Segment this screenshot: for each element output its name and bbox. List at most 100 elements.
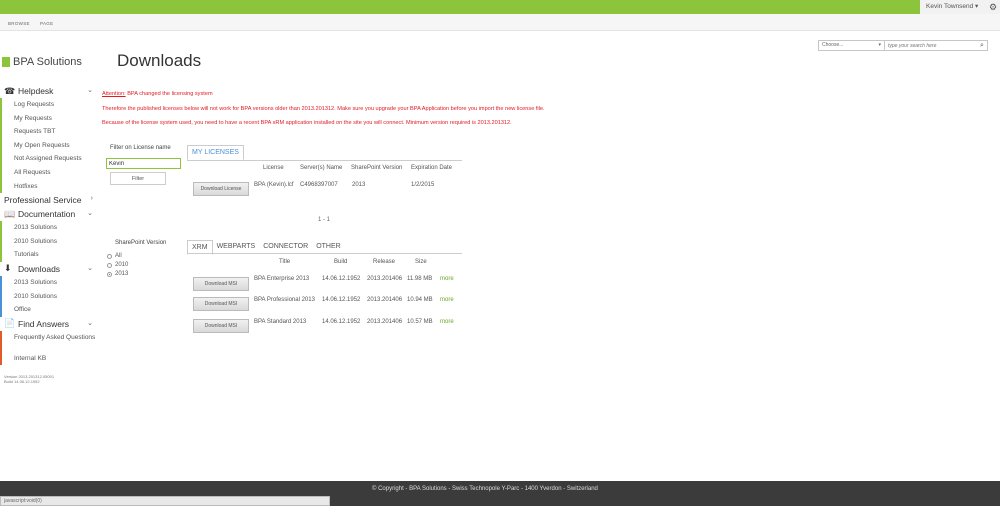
product-size: 10.57 MB: [407, 319, 433, 325]
page-title: Downloads: [117, 51, 202, 70]
download-msi-button[interactable]: Download MSI: [193, 319, 249, 333]
version-info: Version 2013.201312.05001 Build 14.06.12…: [4, 374, 54, 384]
license-sp-version: 2013: [352, 182, 366, 188]
more-link[interactable]: more: [440, 319, 454, 325]
product-release: 2013.201406: [367, 297, 403, 303]
sidebar-item-faq[interactable]: Frequently Asked Questions: [0, 330, 96, 352]
alert-line-3: Because of the license system used, you …: [102, 120, 512, 126]
download-msi-button[interactable]: Download MSI: [193, 297, 249, 311]
sidebar-item-doc-2010[interactable]: 2010 Solutions: [0, 234, 96, 249]
radio-circle: [107, 262, 112, 268]
col-header-size: Size: [415, 259, 427, 265]
col-header-sp-version: SharePoint Version: [351, 165, 403, 171]
radio-label: 2010: [115, 262, 129, 268]
col-header-expiration: Expiration Date: [411, 165, 453, 171]
search-scope-select[interactable]: Choose... ▾: [819, 41, 885, 50]
col-header-servers: Server(s) Name: [300, 165, 343, 171]
sidebar-item-doc-2013[interactable]: 2013 Solutions: [0, 221, 96, 235]
sidebar-item-tutorials[interactable]: Tutorials: [0, 248, 96, 262]
alert-line-2: Therefore the published licenses below w…: [102, 106, 545, 112]
gear-icon[interactable]: ⚙: [988, 2, 998, 12]
nav-section-downloads[interactable]: ⬇ Downloads ⌄: [0, 262, 96, 276]
chevron-down-icon: ⌄: [87, 87, 93, 94]
product-release: 2013.201406: [367, 276, 403, 282]
license-name: BPA (Kevin).lcf: [254, 182, 294, 188]
tabs-divider: [187, 160, 462, 161]
more-link[interactable]: more: [440, 297, 454, 303]
radio-label: All: [115, 253, 122, 259]
nav-section-label: Helpdesk: [18, 86, 54, 96]
radio-all[interactable]: All: [107, 253, 122, 259]
col-header-release: Release: [373, 259, 396, 265]
nav-section-professional-service[interactable]: Professional Service ›: [0, 193, 96, 207]
site-logo[interactable]: BPA Solutions: [2, 56, 82, 68]
filter-label: Filter on License name: [110, 145, 171, 151]
download-license-button[interactable]: Download License: [193, 182, 249, 196]
build-line: Build 14.06.12.1952: [4, 379, 40, 384]
nav-section-label: Documentation: [18, 209, 76, 220]
phone-icon: ☎: [4, 85, 16, 96]
col-header-title: Title: [279, 259, 291, 265]
tab-my-licenses[interactable]: MY LICENSES: [187, 145, 244, 160]
nav-section-label: Find Answers: [18, 318, 70, 329]
browser-status-bar: javascript:void(0): [0, 496, 330, 506]
col-header-license: License: [263, 165, 284, 171]
sidebar-item-not-assigned-requests[interactable]: Not Assigned Requests: [0, 152, 96, 166]
book-icon: 📖: [4, 208, 16, 219]
top-suite-bar: Kevin Townsend ▾ ⚙: [0, 0, 1000, 14]
nav-section-label: Professional Service: [4, 195, 82, 206]
product-title: BPA Professional 2013: [254, 297, 315, 303]
product-build: 14.06.12.1952: [322, 297, 361, 303]
radio-label: 2013: [115, 271, 129, 277]
filter-button[interactable]: Filter: [110, 172, 166, 185]
license-servers: C4968397007: [300, 182, 338, 188]
footer-copyright: © Copyright - BPA Solutions - Swiss Tech…: [372, 486, 598, 492]
document-icon: 📄: [4, 318, 16, 329]
license-expiration: 1/2/2015: [411, 182, 435, 188]
nav-section-documentation[interactable]: 📖 Documentation ⌄: [0, 207, 96, 221]
product-build: 14.06.12.1952: [322, 319, 361, 325]
search-scope-value: Choose...: [822, 42, 844, 48]
sidebar-item-my-requests[interactable]: My Requests: [0, 111, 96, 126]
nav-section-find-answers[interactable]: 📄 Find Answers ⌄: [0, 317, 96, 331]
pager: 1 - 1: [318, 217, 331, 223]
ribbon-tab-page[interactable]: PAGE: [40, 21, 53, 26]
product-size: 10.94 MB: [407, 297, 433, 303]
sidebar-item-log-requests[interactable]: Log Requests: [0, 98, 96, 112]
product-title: BPA Standard 2013: [254, 319, 307, 325]
ribbon: BROWSE PAGE: [0, 14, 1000, 31]
search-input[interactable]: [885, 41, 977, 50]
product-size: 11.98 MB: [407, 276, 433, 282]
product-release: 2013.201406: [367, 319, 403, 325]
tabs-divider: [187, 253, 462, 254]
alert-line-1: Attention: BPA changed the licensing sys…: [102, 91, 213, 97]
search-box: Choose... ▾ ⌕: [818, 40, 988, 51]
sidebar-item-internal-kb[interactable]: Internal KB: [0, 351, 96, 366]
alert-line-1-text: BPA changed the licensing system: [125, 91, 213, 97]
sidebar-item-hotfixes[interactable]: Hotfixes: [0, 179, 96, 194]
col-header-build: Build: [334, 259, 348, 265]
user-caret-icon: ▾: [975, 3, 979, 10]
search-icon[interactable]: ⌕: [977, 41, 987, 50]
sidebar-item-dl-2013[interactable]: 2013 Solutions: [0, 275, 96, 290]
ribbon-tab-browse[interactable]: BROWSE: [8, 21, 30, 26]
radio-2013[interactable]: 2013: [107, 271, 128, 277]
chevron-right-icon: ›: [90, 195, 93, 203]
user-name: Kevin Townsend: [926, 3, 974, 10]
radio-2010[interactable]: 2010: [107, 262, 128, 268]
radio-circle: [107, 253, 112, 259]
chevron-down-icon: ⌄: [87, 319, 93, 327]
sidebar-item-office[interactable]: Office: [0, 303, 96, 317]
license-filter-input[interactable]: [106, 158, 181, 169]
sidebar-item-all-requests[interactable]: All Requests: [0, 165, 96, 180]
more-link[interactable]: more: [440, 276, 454, 282]
sidebar-item-dl-2010[interactable]: 2010 Solutions: [0, 289, 96, 304]
product-title: BPA Enterprise 2013: [254, 276, 310, 282]
download-msi-button[interactable]: Download MSI: [193, 277, 249, 291]
radio-circle-selected: [107, 271, 112, 277]
nav-section-helpdesk[interactable]: ☎ Helpdesk ⌄: [0, 84, 96, 98]
sidebar-item-requests-tbt[interactable]: Requests TBT: [0, 125, 96, 139]
sidebar-item-my-open-requests[interactable]: My Open Requests: [0, 138, 96, 153]
chevron-down-icon: ⌄: [87, 210, 93, 218]
alert-attention: Attention:: [102, 91, 126, 97]
